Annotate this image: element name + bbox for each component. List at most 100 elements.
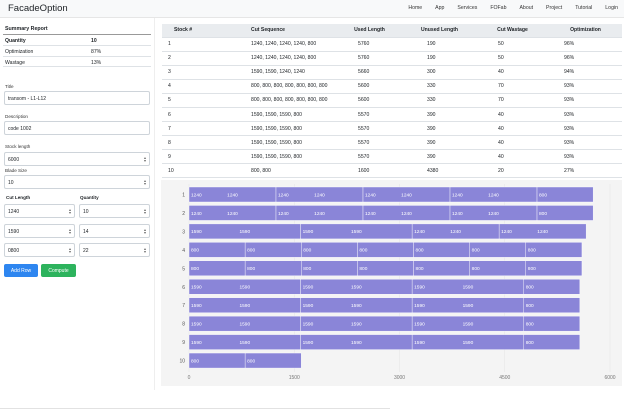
- bar-segment-label: 1240: [414, 229, 425, 235]
- summary-row-quantity: Quantity 10: [3, 34, 151, 45]
- table-row: 4 800, 800, 800, 800, 800, 800, 800 5600 33…: [162, 78, 622, 94]
- cell-cut-wastage: 40: [476, 64, 549, 80]
- bar-segment-label: 1590: [414, 340, 425, 346]
- cell-unused-length: 330: [403, 78, 476, 94]
- table-row: 1 1240, 1240, 1240, 1240, 800 5760 190 50 96%: [162, 36, 622, 52]
- cell-used-length: 5660: [336, 64, 403, 80]
- bar-segment-center-label: 1590: [463, 303, 474, 309]
- summary-label: Wastage: [5, 60, 25, 66]
- bar-segment-label: 800: [416, 266, 424, 272]
- spinner-icon[interactable]: ▴ ▾: [144, 228, 146, 235]
- cell-cut-wastage: 50: [476, 50, 549, 66]
- spinner-icon[interactable]: ▴ ▾: [69, 208, 71, 215]
- table-header-row: Stock # Cut Sequence Used Length Unused …: [162, 24, 622, 37]
- table-row: 3 1590, 1590, 1240, 1240 5660 300 40 94%: [162, 64, 622, 80]
- x-tick-label: 3000: [394, 375, 405, 381]
- cut-length-input[interactable]: 1590 ▴ ▾: [4, 224, 75, 238]
- cell-optimization: 94%: [549, 64, 622, 80]
- cell-stock: 1: [162, 36, 200, 52]
- bar-segment-label: 800: [526, 303, 534, 309]
- bar-segment-label: 1240: [501, 229, 512, 235]
- bar-segment-label: 800: [359, 248, 367, 254]
- add-row-button[interactable]: Add Row: [4, 264, 38, 277]
- brand-logo[interactable]: FacadeOption: [8, 3, 68, 14]
- description-input[interactable]: code 1002: [4, 121, 150, 135]
- spinner-icon[interactable]: ▴ ▾: [69, 247, 71, 254]
- title-input[interactable]: transom - L1-L12: [4, 91, 150, 105]
- bar-segment-label: 800: [539, 211, 547, 217]
- quantity-input[interactable]: 14 ▴ ▾: [79, 224, 150, 238]
- cut-length-input[interactable]: 0800 ▴ ▾: [4, 243, 75, 257]
- nav-services[interactable]: Services: [457, 5, 477, 11]
- bar-segment-label: 1590: [303, 285, 314, 291]
- bar-segment-center-label: 1240: [401, 192, 412, 198]
- y-tick-label: 3: [182, 229, 185, 235]
- bar-segment-label: 1590: [303, 321, 314, 327]
- y-tick-label: 8: [182, 322, 185, 328]
- cell-cut-wastage: 40: [476, 106, 549, 122]
- cut-length-input[interactable]: 1240 ▴ ▾: [4, 204, 75, 218]
- summary-title: Summary Report: [5, 26, 48, 32]
- title-label: Title: [5, 84, 14, 89]
- bar-segment-label: 1240: [365, 211, 376, 217]
- cut-length-value: 0800: [8, 248, 20, 254]
- x-tick-label: 1500: [289, 375, 300, 381]
- cell-unused-length: 390: [403, 121, 476, 136]
- spinner-icon[interactable]: ▴ ▾: [144, 179, 146, 186]
- bar-segment-label: 1590: [414, 321, 425, 327]
- bar-segment-center-label: 1590: [239, 303, 250, 309]
- cell-stock: 10: [162, 163, 200, 179]
- bar-segment-center-label: 1590: [351, 285, 362, 291]
- spinner-icon[interactable]: ▴ ▾: [69, 228, 71, 235]
- y-tick-label: 5: [182, 266, 185, 272]
- nav-app[interactable]: App: [435, 5, 444, 11]
- nav-tutorial[interactable]: Tutorial: [575, 5, 592, 11]
- bar-segment-label: 1590: [414, 303, 425, 309]
- bar-segment-label: 800: [526, 340, 534, 346]
- table-row: 2 1240, 1240, 1240, 1240, 800 5760 190 50 96%: [162, 50, 622, 66]
- bar-segment-label: 1590: [191, 303, 202, 309]
- bar-segment-center-label: 1240: [314, 192, 325, 198]
- summary-row-optimization: Optimization 87%: [3, 45, 151, 56]
- table-row: 10 800, 800 1600 4380 20 27%: [162, 163, 622, 179]
- summary-value: 87%: [91, 49, 102, 55]
- nav-home[interactable]: Home: [408, 5, 422, 11]
- bar-segment-label: 1590: [191, 340, 202, 346]
- spinner-icon[interactable]: ▴ ▾: [144, 247, 146, 254]
- bar-segment-label: 800: [472, 266, 480, 272]
- bar-segment-label: 1590: [191, 229, 202, 235]
- blade-size-input[interactable]: 10 ▴ ▾: [4, 175, 150, 189]
- quantity-input[interactable]: 10 ▴ ▾: [79, 204, 150, 218]
- cell-stock: 2: [162, 50, 200, 66]
- nav-about[interactable]: About: [519, 5, 533, 11]
- y-tick-label: 2: [182, 211, 185, 217]
- bar-segment-label: 1590: [191, 285, 202, 291]
- cell-cut-sequence: 1590, 1590, 1240, 1240: [200, 64, 336, 80]
- bar-segment-center-label: 1590: [351, 303, 362, 309]
- bar-segment-label: 800: [528, 248, 536, 254]
- bar-segment-label: 1240: [191, 192, 202, 198]
- bar-segment-center-label: 1240: [537, 229, 548, 235]
- cell-used-length: 5570: [336, 149, 403, 164]
- quantity-input[interactable]: 22 ▴ ▾: [79, 243, 150, 257]
- cell-used-length: 1600: [336, 163, 403, 179]
- table-row: 8 1590, 1590, 1590, 800 5570 390 40 93%: [162, 135, 622, 150]
- cell-unused-length: 4380: [403, 163, 476, 179]
- nav-project[interactable]: Project: [546, 5, 562, 11]
- nav-login[interactable]: Login: [605, 5, 618, 11]
- spinner-icon[interactable]: ▴ ▾: [144, 156, 146, 163]
- bar-segment-label: 800: [191, 248, 199, 254]
- compute-button[interactable]: Compute: [41, 264, 76, 277]
- stock-length-input[interactable]: 6000 ▴ ▾: [4, 152, 150, 166]
- x-tick-label: 6000: [604, 375, 615, 381]
- x-tick-label: 4500: [499, 375, 510, 381]
- header-used-length: Used Length: [336, 24, 403, 37]
- cell-optimization: 93%: [549, 135, 622, 150]
- y-tick-label: 7: [182, 303, 185, 309]
- nav-fofab[interactable]: FOFab: [490, 5, 506, 11]
- bar-segment-label: 800: [247, 248, 255, 254]
- bar-segment-label: 800: [416, 248, 424, 254]
- spinner-icon[interactable]: ▴ ▾: [144, 208, 146, 215]
- cell-used-length: 5570: [336, 106, 403, 122]
- cut-chart: 0 1500 3000 4500 6000 1 1240 1240 1240 1240 1240 12…: [179, 184, 616, 381]
